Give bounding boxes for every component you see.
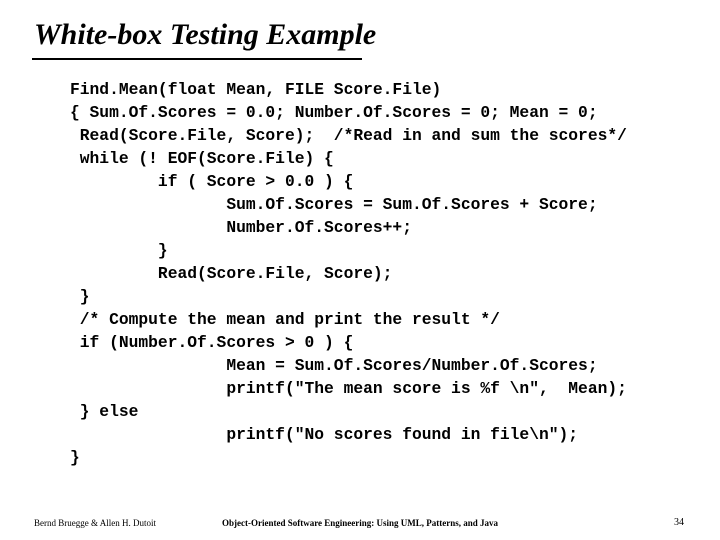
footer-book-title: Object-Oriented Software Engineering: Us…	[0, 518, 720, 528]
page-title: White-box Testing Example	[34, 18, 376, 52]
code-listing: Find.Mean(float Mean, FILE Score.File) {…	[70, 78, 627, 469]
title-underline	[32, 58, 362, 60]
footer-page-number: 34	[674, 517, 684, 528]
slide: White-box Testing Example Find.Mean(floa…	[0, 0, 720, 540]
